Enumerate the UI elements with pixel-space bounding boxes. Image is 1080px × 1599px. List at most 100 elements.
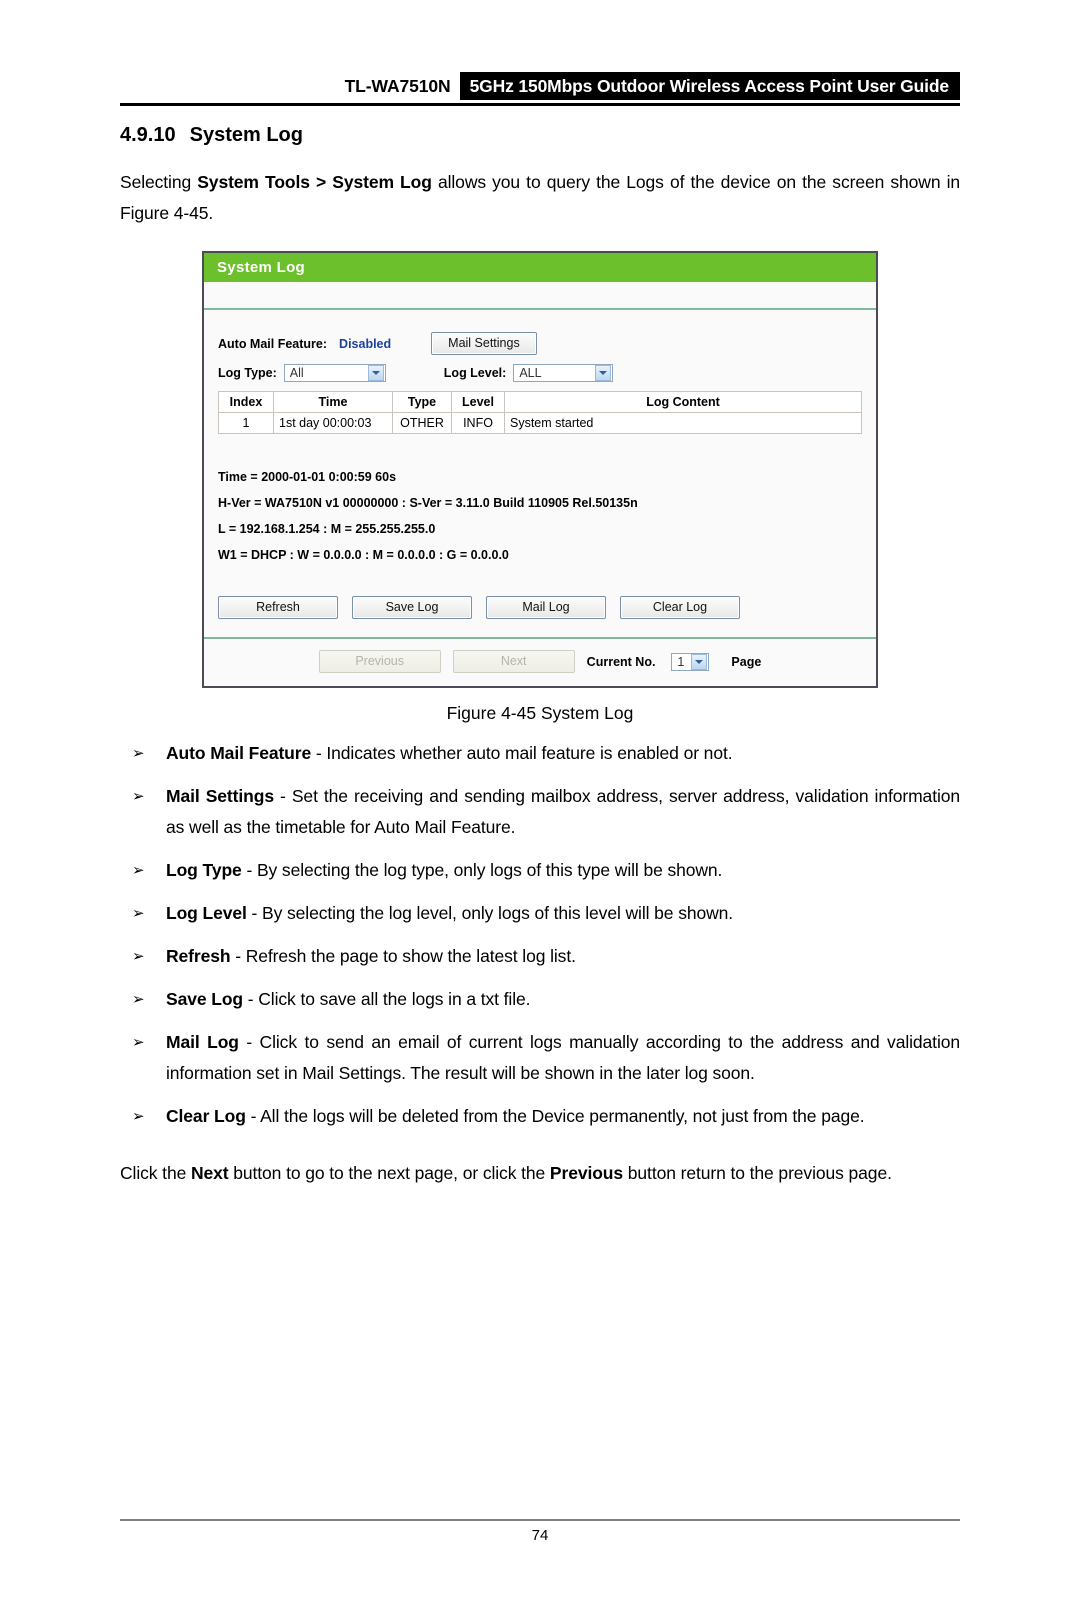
bullet-description: - All the logs will be deleted from the … [245, 1106, 865, 1126]
cell-log-content: System started [504, 412, 862, 434]
cell-level: INFO [451, 412, 505, 434]
bullet-term: Clear Log [166, 1106, 246, 1126]
cell-type: OTHER [392, 412, 452, 434]
bullet-term: Log Type [166, 860, 242, 880]
router-ui-screenshot: System Log Auto Mail Feature: Disabled M… [202, 251, 878, 688]
header-rule [120, 103, 960, 106]
document-running-header: TL-WA7510N 5GHz 150Mbps Outdoor Wireless… [120, 72, 960, 118]
refresh-button[interactable]: Refresh [218, 596, 338, 619]
bullet-term: Auto Mail Feature [166, 743, 312, 763]
bullet-description: - Click to save all the logs in a txt fi… [243, 989, 531, 1009]
log-type-select[interactable]: All [283, 364, 386, 382]
info-line-lan: L = 192.168.1.254 : M = 255.255.255.0 [218, 522, 436, 536]
bullet-description: - Refresh the page to show the latest lo… [230, 946, 576, 966]
bullet-description: - Set the receiving and sending mailbox … [166, 786, 961, 837]
closing-part1: Click the [120, 1163, 191, 1183]
info-line-time: Time = 2000-01-01 0:00:59 60s [218, 470, 397, 484]
header-model-name: TL-WA7510N [344, 76, 451, 96]
section-title-text: System Log [189, 124, 303, 146]
intro-part1: Selecting [120, 172, 198, 192]
log-type-selected-value: All [289, 366, 304, 380]
closing-bold-previous: Previous [549, 1163, 624, 1183]
page-number: 74 [531, 1527, 549, 1544]
closing-paragraph: Click the Next button to go to the next … [120, 1158, 960, 1189]
list-item: ➢ Mail Log - Click to send an email of cu… [120, 1027, 960, 1089]
arrow-bullet-icon: ➢ [132, 905, 145, 922]
current-page-select[interactable]: 1 [671, 652, 710, 671]
ui-panel-body: Auto Mail Feature: Disabled Mail Setting… [204, 310, 876, 686]
log-level-select[interactable]: ALL [513, 364, 614, 382]
list-item: ➢ Save Log - Click to save all the logs i… [120, 984, 960, 1015]
list-item: ➢ Auto Mail Feature - Indicates whether a… [120, 738, 960, 769]
header-guide-title: 5GHz 150Mbps Outdoor Wireless Access Poi… [459, 72, 960, 100]
log-type-label: Log Type: [218, 366, 277, 380]
arrow-bullet-icon: ➢ [132, 991, 145, 1008]
column-header-level: Level [451, 391, 505, 413]
log-level-label: Log Level: [443, 366, 507, 380]
page-suffix-label: Page [731, 654, 762, 669]
device-info-lines: Time = 2000-01-01 0:00:59 60s H-Ver = WA… [218, 464, 862, 568]
arrow-bullet-icon: ➢ [132, 788, 145, 805]
page-title: 4.9.10 System Log [120, 124, 960, 147]
previous-page-button[interactable]: Previous [318, 650, 441, 673]
auto-mail-feature-label: Auto Mail Feature: [218, 336, 328, 351]
list-item: ➢ Log Level - By selecting the log level,… [120, 898, 960, 929]
auto-mail-feature-value: Disabled [339, 336, 392, 351]
closing-bold-next: Next [190, 1163, 229, 1183]
info-line-version: H-Ver = WA7510N v1 00000000 : S-Ver = 3.… [218, 496, 638, 510]
bullet-term: Save Log [166, 989, 244, 1009]
ui-panel-subbar [204, 282, 876, 310]
log-filters-row: Log Type: All Log Level: ALL [218, 364, 862, 382]
auto-mail-feature-row: Auto Mail Feature: Disabled Mail Setting… [218, 332, 862, 355]
chevron-down-icon [691, 653, 708, 670]
bullet-description: - By selecting the log type, only logs o… [241, 860, 723, 880]
bullet-description: - Indicates whether auto mail feature is… [311, 743, 733, 763]
column-header-index: Index [218, 391, 274, 413]
column-header-log-content: Log Content [504, 391, 862, 413]
log-action-buttons: Refresh Save Log Mail Log Clear Log [218, 596, 862, 637]
info-line-wan: W1 = DHCP : W = 0.0.0.0 : M = 0.0.0.0 : … [218, 548, 509, 562]
intro-paragraph: Selecting System Tools > System Log allo… [120, 167, 960, 229]
document-page: TL-WA7510N 5GHz 150Mbps Outdoor Wireless… [0, 72, 1080, 1599]
cell-time: 1st day 00:00:03 [273, 412, 393, 434]
intro-bold-path: System Tools > System Log [197, 172, 432, 192]
list-item: ➢ Mail Settings - Set the receiving and s… [120, 781, 960, 843]
list-item: ➢ Refresh - Refresh the page to show the … [120, 941, 960, 972]
clear-log-button[interactable]: Clear Log [620, 596, 740, 619]
table-row: 1 1st day 00:00:03 OTHER INFO System sta… [218, 412, 862, 434]
current-page-value: 1 [677, 654, 685, 669]
closing-part3: button return to the previous page. [623, 1163, 892, 1183]
figure-container: System Log Auto Mail Feature: Disabled M… [120, 251, 960, 688]
arrow-bullet-icon: ➢ [132, 1034, 145, 1051]
chevron-down-icon [367, 365, 384, 381]
figure-caption: Figure 4-45 System Log [446, 703, 634, 723]
bullet-description: - Click to send an email of current logs… [166, 1032, 960, 1083]
bullet-term: Log Level [166, 903, 247, 923]
next-page-button[interactable]: Next [452, 650, 575, 673]
list-item: ➢ Log Type - By selecting the log type, o… [120, 855, 960, 886]
current-page-label: Current No. [586, 654, 656, 669]
ui-panel-titlebar: System Log [204, 253, 876, 282]
footer-rule [120, 1519, 960, 1521]
feature-description-list: ➢ Auto Mail Feature - Indicates whether a… [120, 738, 960, 1132]
mail-log-button[interactable]: Mail Log [486, 596, 606, 619]
bullet-term: Mail Settings [166, 786, 274, 806]
save-log-button[interactable]: Save Log [352, 596, 472, 619]
header-inner: TL-WA7510N 5GHz 150Mbps Outdoor Wireless… [345, 72, 960, 100]
pagination-bar: Previous Next Current No. 1 Page [218, 639, 862, 686]
log-table: Index Time Type Level Log Content 1 1st … [218, 391, 862, 434]
bullet-description: - By selecting the log level, only logs … [246, 903, 734, 923]
cell-index: 1 [218, 412, 274, 434]
column-header-time: Time [273, 391, 393, 413]
chevron-down-icon [595, 365, 612, 381]
log-level-selected-value: ALL [519, 366, 542, 380]
arrow-bullet-icon: ➢ [132, 948, 145, 965]
bullet-term: Refresh [166, 946, 231, 966]
arrow-bullet-icon: ➢ [132, 745, 145, 762]
closing-part2: button to go to the next page, or click … [228, 1163, 550, 1183]
list-item: ➢ Clear Log - All the logs will be delete… [120, 1101, 960, 1132]
section-number: 4.9.10 [120, 124, 176, 146]
bullet-term: Mail Log [166, 1032, 239, 1052]
arrow-bullet-icon: ➢ [132, 862, 145, 879]
mail-settings-button[interactable]: Mail Settings [431, 332, 537, 355]
